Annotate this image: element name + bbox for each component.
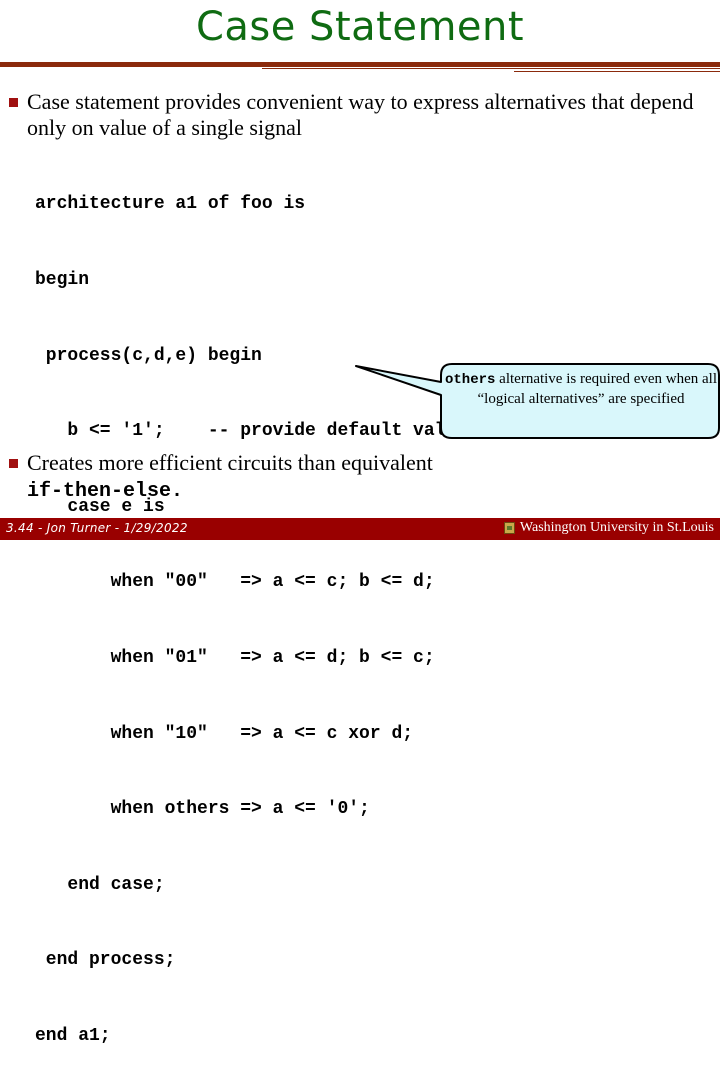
code-line: end a1;: [35, 1025, 111, 1046]
title-divider-thin-short: [514, 71, 720, 72]
title-divider-thin: [262, 68, 720, 69]
callout-keyword: others: [445, 372, 496, 388]
university-name: Washington University in St.Louis: [519, 520, 714, 535]
title-divider: [0, 62, 720, 67]
bullet-text: Case statement provides convenient way t…: [27, 89, 694, 140]
code-line: when "10" => a <= c xor d;: [35, 723, 414, 744]
footer-slide-info: 3.44 - Jon Turner - 1/29/2022: [6, 521, 188, 535]
code-line: process(c,d,e) begin: [35, 345, 262, 366]
slide-title: Case Statement: [195, 4, 525, 50]
code-line: when others => a <= '0';: [35, 799, 370, 820]
bullet-item: Creates more efficient circuits than equ…: [9, 450, 707, 505]
code-block: architecture a1 of foo is begin process(…: [35, 142, 532, 1074]
callout-body: alternative is required even when all “l…: [477, 371, 717, 407]
footer-university: Washington University in St.Louis: [503, 520, 714, 536]
bullet-item: Case statement provides convenient way t…: [9, 89, 707, 141]
bullet-square-icon: [9, 459, 18, 468]
callout-text: others alternative is required even when…: [444, 370, 718, 409]
code-line: architecture a1 of foo is: [35, 194, 306, 215]
university-shield-icon: [503, 522, 515, 534]
code-line: when "01" => a <= d; b <= c;: [35, 647, 435, 668]
code-line: end process;: [35, 950, 176, 971]
bullet-code: if-then-else.: [27, 480, 184, 503]
code-line: end case;: [35, 874, 165, 895]
footer-bar: 3.44 - Jon Turner - 1/29/2022 Washington…: [0, 518, 720, 540]
bullet-square-icon: [9, 98, 18, 107]
code-line: b <= '1'; -- provide default value for b: [35, 421, 532, 442]
code-line: when "00" => a <= c; b <= d;: [35, 572, 435, 593]
bullet-text: Creates more efficient circuits than equ…: [27, 450, 433, 475]
code-line: begin: [35, 270, 90, 290]
